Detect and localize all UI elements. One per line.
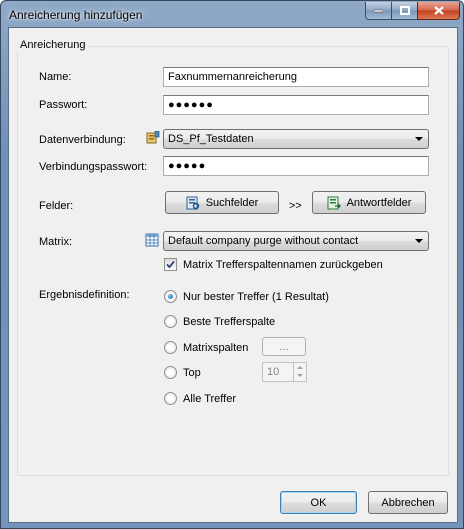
matrix-label: Matrix: [39, 236, 72, 248]
connection-dropdown[interactable]: DS_Pf_Testdaten [163, 129, 429, 149]
fields-arrow-text: >> [289, 200, 302, 212]
name-input[interactable]: Faxnummernanreicherung [163, 67, 429, 87]
antwortfelder-button[interactable]: Antwortfelder [312, 191, 426, 214]
chevron-down-icon [415, 239, 423, 243]
maximize-button[interactable] [391, 2, 418, 20]
checkmark-icon [166, 260, 175, 269]
maximize-icon [399, 6, 410, 15]
spin-down-icon[interactable] [297, 374, 303, 377]
conn-password-input[interactable]: ●●●●● [163, 156, 429, 176]
spinner-buttons[interactable] [293, 363, 306, 381]
radio-all-hits[interactable] [164, 392, 177, 405]
minimize-button[interactable] [365, 2, 392, 20]
ergebnis-label: Ergebnisdefinition: [39, 289, 130, 301]
radio-top[interactable] [164, 366, 177, 379]
connection-selected-value: DS_Pf_Testdaten [168, 133, 254, 145]
password-input[interactable]: ●●●●●● [163, 95, 429, 115]
conn-password-label: Verbindungspasswort: [39, 161, 148, 173]
ok-button[interactable]: OK [280, 491, 357, 514]
matrix-columns-browse-button[interactable]: ... [262, 337, 306, 356]
close-icon [433, 6, 444, 15]
radio-matrix-columns[interactable] [164, 341, 177, 354]
radio-best-hit[interactable] [164, 290, 177, 303]
felder-label: Felder: [39, 200, 74, 212]
ok-button-label: OK [310, 496, 327, 509]
top-count-value: 10 [267, 366, 280, 378]
cancel-button[interactable]: Abbrechen [368, 491, 448, 514]
chevron-down-icon [415, 137, 423, 141]
matrix-selected-value: Default company purge without contact [168, 235, 359, 247]
radio-matrix-columns-label[interactable]: Matrixspalten [183, 342, 248, 354]
dialog-window: Anreicherung hinzufügen Anreicherung Nam… [0, 0, 464, 529]
name-label: Name: [39, 71, 72, 83]
search-fields-icon [186, 196, 200, 210]
connection-label: Datenverbindung: [39, 134, 126, 146]
close-button[interactable] [417, 2, 460, 20]
radio-all-hits-label[interactable]: Alle Treffer [183, 393, 236, 405]
matrix-column-names-checkbox[interactable] [164, 258, 177, 271]
matrix-column-names-label[interactable]: Matrix Trefferspaltennamen zurückgeben [183, 259, 383, 271]
suchfelder-button[interactable]: Suchfelder [165, 191, 279, 214]
radio-best-column[interactable] [164, 315, 177, 328]
groupbox-legend: Anreicherung [17, 39, 89, 51]
answer-fields-icon [327, 196, 341, 210]
suchfelder-label: Suchfelder [205, 196, 259, 209]
browse-button-label: ... [279, 340, 289, 353]
radio-best-column-label[interactable]: Beste Trefferspalte [183, 316, 275, 328]
matrix-grid-icon [145, 233, 159, 247]
dialog-client-area: Anreicherung Name: Faxnummernanreicherun… [8, 27, 458, 523]
password-label: Passwort: [39, 99, 88, 111]
radio-best-hit-label[interactable]: Nur bester Treffer (1 Resultat) [183, 291, 329, 303]
window-title: Anreicherung hinzufügen [9, 8, 143, 22]
minimize-icon [374, 9, 383, 12]
top-count-spinner[interactable]: 10 [262, 362, 307, 382]
title-bar[interactable]: Anreicherung hinzufügen [1, 1, 463, 27]
spin-up-icon[interactable] [297, 366, 303, 369]
radio-top-label[interactable]: Top [183, 367, 201, 379]
database-connection-icon [146, 131, 160, 144]
antwortfelder-label: Antwortfelder [346, 196, 412, 209]
cancel-button-label: Abbrechen [381, 496, 435, 509]
matrix-dropdown[interactable]: Default company purge without contact [163, 231, 429, 251]
